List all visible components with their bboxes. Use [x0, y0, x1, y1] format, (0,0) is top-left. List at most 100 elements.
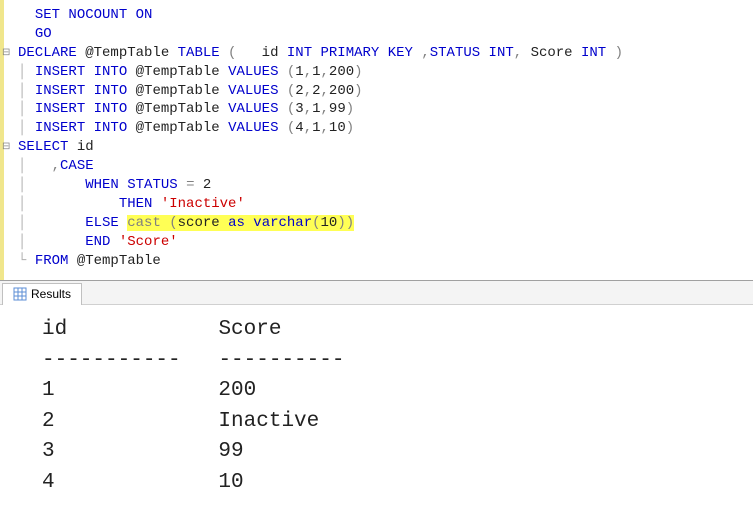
code-token: FROM	[35, 253, 69, 269]
code-token: ,	[304, 64, 312, 80]
code-token: (	[169, 215, 177, 231]
code-token: VALUES	[228, 64, 278, 80]
code-line[interactable]: └ FROM @TempTable	[4, 252, 753, 271]
code-token: 200	[329, 64, 354, 80]
code-token: SET NOCOUNT ON	[35, 7, 153, 23]
code-token: )	[354, 83, 362, 99]
code-line[interactable]: GO	[4, 25, 753, 44]
code-token: ,	[321, 120, 329, 136]
code-token: as	[228, 215, 245, 231]
code-token	[161, 215, 169, 231]
code-token: (	[278, 64, 295, 80]
code-token: (	[312, 215, 320, 231]
code-line[interactable]: │ INSERT INTO @TempTable VALUES (2,2,200…	[4, 82, 753, 101]
code-token: STATUS	[127, 177, 177, 193]
code-token: score	[178, 215, 228, 231]
results-tab[interactable]: Results	[2, 283, 82, 305]
code-token: 3	[295, 101, 303, 117]
code-token: varchar	[253, 215, 312, 231]
col-gap	[181, 349, 219, 372]
code-token: THEN	[119, 196, 153, 212]
code-token: ,	[52, 158, 60, 174]
outline-guide: │	[18, 177, 85, 193]
code-token: 1	[312, 101, 320, 117]
code-token: VALUES	[228, 101, 278, 117]
code-token	[110, 234, 118, 250]
code-line[interactable]: │ THEN 'Inactive'	[4, 195, 753, 214]
outline-guide: │	[18, 196, 119, 212]
code-token: ,	[304, 83, 312, 99]
code-token: 99	[329, 101, 346, 117]
code-token: 'Score'	[119, 234, 178, 250]
code-token: INSERT INTO	[35, 83, 127, 99]
code-line[interactable]: ⊟ DECLARE @TempTable TABLE ( id INT PRIMA…	[4, 44, 753, 63]
outline-guide: │	[18, 234, 85, 250]
results-grid-icon	[13, 287, 27, 301]
code-token: @TempTable	[127, 64, 228, 80]
code-token: TABLE	[178, 45, 220, 61]
outline-guide: │	[18, 158, 52, 174]
code-token: INSERT INTO	[35, 101, 127, 117]
outline-guide: │	[18, 120, 35, 136]
code-line[interactable]: │ INSERT INTO @TempTable VALUES (4,1,10)	[4, 119, 753, 138]
code-token: id	[236, 45, 286, 61]
outline-guide	[18, 7, 35, 23]
results-row: 4 10	[42, 468, 747, 498]
code-token: cast	[127, 215, 161, 231]
code-token: 'Inactive'	[161, 196, 245, 212]
code-token: (	[278, 83, 295, 99]
code-line[interactable]: │ END 'Score'	[4, 233, 753, 252]
code-token: STATUS	[430, 45, 489, 61]
code-token: 1	[312, 64, 320, 80]
code-token	[119, 177, 127, 193]
outline-guide: │	[18, 64, 35, 80]
code-token: )	[606, 45, 623, 61]
code-token: ELSE	[85, 215, 119, 231]
code-token: (	[220, 45, 237, 61]
code-token: @TempTable	[77, 45, 178, 61]
outline-guide: │	[18, 215, 85, 231]
code-token: id	[68, 139, 93, 155]
code-line[interactable]: │ ELSE cast (score as varchar(10))	[4, 214, 753, 233]
code-token: @TempTable	[68, 253, 160, 269]
code-token: 4	[295, 120, 303, 136]
sql-editor[interactable]: SET NOCOUNT ON GO ⊟ DECLARE @TempTable TAB…	[0, 0, 753, 280]
code-token: INT PRIMARY KEY	[287, 45, 413, 61]
code-line[interactable]: │ ,CASE	[4, 157, 753, 176]
code-line[interactable]: │ INSERT INTO @TempTable VALUES (3,1,99)	[4, 100, 753, 119]
code-token: Score	[522, 45, 581, 61]
code-token: END	[85, 234, 110, 250]
fold-toggle-icon[interactable]: ⊟	[2, 46, 10, 60]
code-token: @TempTable	[127, 83, 228, 99]
outline-guide: └	[18, 253, 35, 269]
code-token: 1	[312, 120, 320, 136]
outline-guide: │	[18, 101, 35, 117]
code-token	[178, 177, 186, 193]
code-token	[119, 215, 127, 231]
code-token: DECLARE	[18, 45, 77, 61]
code-token: VALUES	[228, 120, 278, 136]
code-line[interactable]: SET NOCOUNT ON	[4, 6, 753, 25]
code-line[interactable]: │ INSERT INTO @TempTable VALUES (1,1,200…	[4, 63, 753, 82]
results-tab-label: Results	[31, 287, 71, 301]
code-token: )	[346, 101, 354, 117]
code-token: CASE	[60, 158, 94, 174]
results-header-row: id Score	[42, 315, 747, 345]
code-token: )	[346, 120, 354, 136]
code-line[interactable]: │ WHEN STATUS = 2	[4, 176, 753, 195]
code-line[interactable]: ⊟ SELECT id	[4, 138, 753, 157]
results-row: 3 99	[42, 437, 747, 467]
results-text[interactable]: id Score ----------- ---------- 1 2002 I…	[0, 305, 753, 504]
code-token: @TempTable	[127, 101, 228, 117]
code-token: ,	[304, 101, 312, 117]
fold-toggle-icon[interactable]: ⊟	[2, 140, 10, 154]
code-token: @TempTable	[127, 120, 228, 136]
code-token: ,	[304, 120, 312, 136]
code-token: 2	[194, 177, 211, 193]
code-token: INSERT INTO	[35, 64, 127, 80]
code-token: SELECT	[18, 139, 68, 155]
results-divider-row: ----------- ----------	[42, 346, 747, 376]
code-token: INT	[581, 45, 606, 61]
code-token: 2	[295, 83, 303, 99]
code-token	[152, 196, 160, 212]
